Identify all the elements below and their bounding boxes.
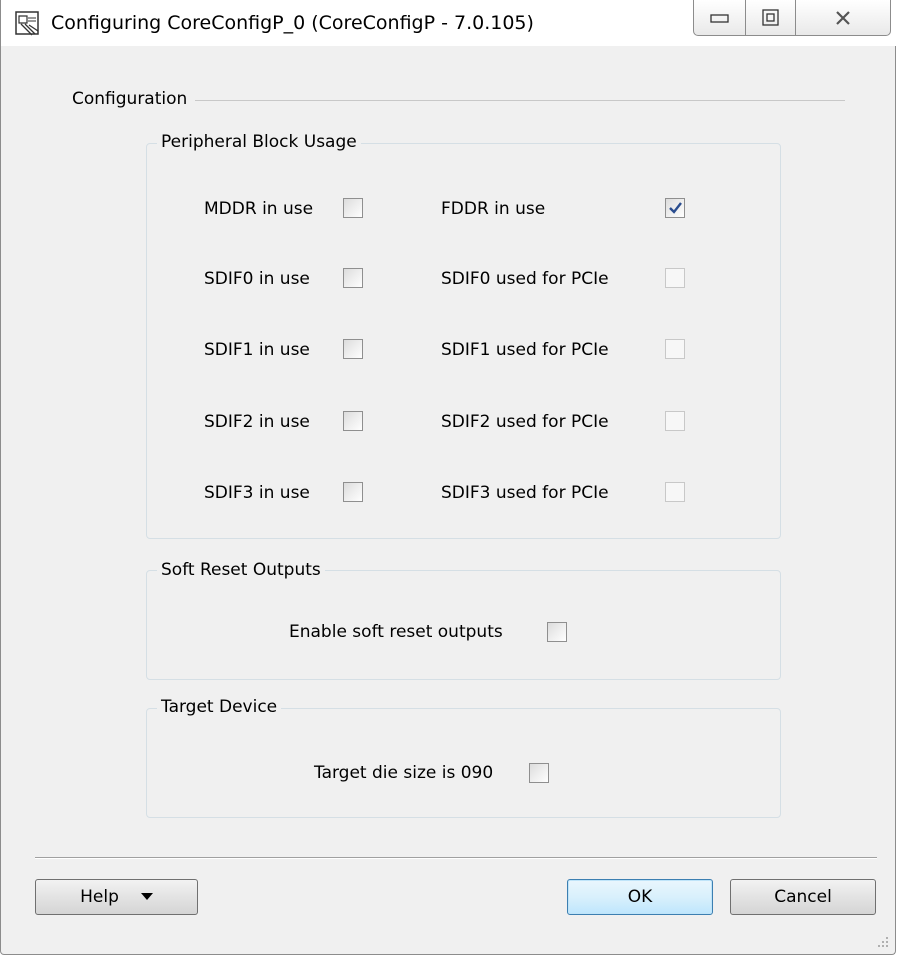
title-bar: Configuring CoreConfigP_0 (CoreConfigP -… — [1, 0, 898, 46]
cancel-button[interactable]: Cancel — [730, 879, 876, 915]
ok-button-label: OK — [627, 887, 653, 907]
resize-grip-icon[interactable] — [877, 936, 889, 948]
minimize-icon — [709, 13, 729, 23]
sdif0-checkbox[interactable] — [343, 268, 363, 288]
fddr-checkbox[interactable] — [665, 198, 685, 218]
app-icon — [15, 11, 41, 37]
enable-soft-reset-label: Enable soft reset outputs — [289, 622, 503, 642]
help-button[interactable]: Help — [35, 879, 198, 915]
soft-reset-outputs-legend: Soft Reset Outputs — [157, 560, 325, 580]
sdif0-pcie-label: SDIF0 used for PCIe — [441, 269, 609, 289]
mddr-checkbox[interactable] — [343, 198, 363, 218]
sdif0-label: SDIF0 in use — [204, 269, 310, 289]
target-die-size-label: Target die size is 090 — [314, 763, 494, 783]
help-button-label: Help — [80, 887, 119, 907]
window-title: Configuring CoreConfigP_0 (CoreConfigP -… — [51, 12, 534, 34]
dialog-window: Configuring CoreConfigP_0 (CoreConfigP -… — [0, 0, 898, 955]
sdif2-checkbox[interactable] — [343, 411, 363, 431]
cancel-button-label: Cancel — [774, 887, 832, 907]
restore-icon — [761, 8, 779, 26]
sdif3-pcie-label: SDIF3 used for PCIe — [441, 483, 609, 503]
configuration-legend: Configuration — [72, 89, 196, 109]
sdif2-pcie-label: SDIF2 used for PCIe — [441, 412, 609, 432]
close-icon — [836, 10, 850, 25]
sdif2-label: SDIF2 in use — [204, 412, 310, 432]
mddr-label: MDDR in use — [204, 199, 314, 219]
sdif3-label: SDIF3 in use — [204, 483, 310, 503]
ok-button[interactable]: OK — [567, 879, 713, 915]
dropdown-arrow-icon — [140, 893, 153, 900]
sdif1-pcie-label: SDIF1 used for PCIe — [441, 340, 609, 360]
fddr-label: FDDR in use — [441, 199, 546, 219]
close-button[interactable] — [795, 0, 891, 36]
sdif1-checkbox[interactable] — [343, 339, 363, 359]
maximize-button[interactable] — [745, 0, 796, 36]
sdif3-checkbox[interactable] — [343, 482, 363, 502]
sdif1-pcie-checkbox[interactable] — [665, 339, 685, 359]
sdif1-label: SDIF1 in use — [204, 340, 310, 360]
enable-soft-reset-checkbox[interactable] — [547, 622, 567, 642]
window-controls — [693, 0, 891, 37]
peripheral-block-usage-legend: Peripheral Block Usage — [157, 132, 361, 152]
checkmark-icon — [669, 202, 682, 214]
target-device-legend: Target Device — [157, 697, 282, 717]
sdif2-pcie-checkbox[interactable] — [665, 411, 685, 431]
sdif3-pcie-checkbox[interactable] — [665, 482, 685, 502]
minimize-button[interactable] — [693, 0, 746, 36]
sdif0-pcie-checkbox[interactable] — [665, 268, 685, 288]
target-die-size-checkbox[interactable] — [529, 763, 549, 783]
footer-divider-highlight — [35, 858, 877, 859]
